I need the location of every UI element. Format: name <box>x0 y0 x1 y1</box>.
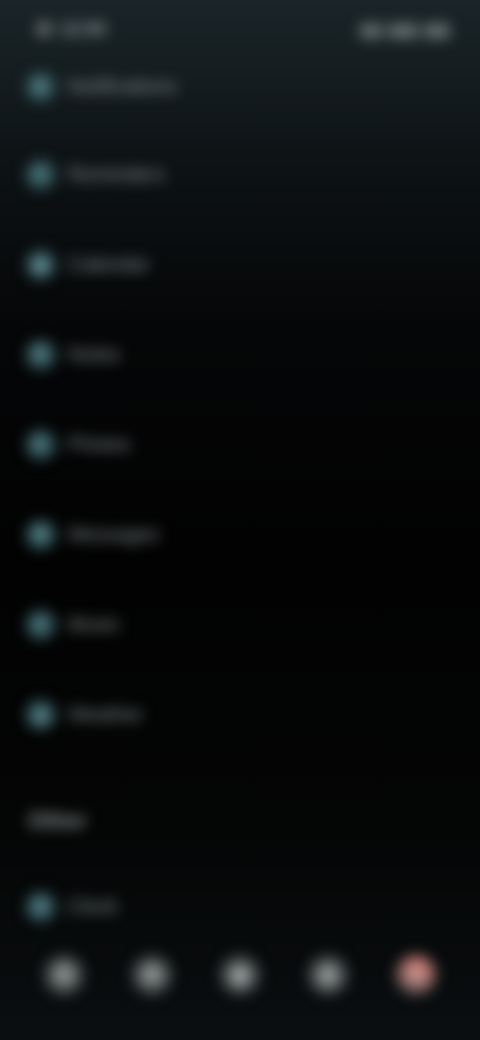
note-icon: ✎ <box>26 340 56 370</box>
list-item[interactable]: ✓ Reminders <box>0 140 480 210</box>
list-item[interactable]: ✉ Messages <box>0 500 480 570</box>
list-item[interactable]: ◐ Photos <box>0 410 480 480</box>
photo-icon: ◐ <box>26 430 56 460</box>
message-icon[interactable]: ✉ <box>132 955 172 995</box>
status-dot-icon <box>36 21 52 37</box>
list-item-label: Photos <box>68 433 131 456</box>
list-item[interactable]: ☁ Weather <box>0 680 480 750</box>
list-item-label: Notes <box>68 343 121 366</box>
list-item[interactable]: ● Notifications <box>0 52 480 122</box>
check-icon: ✓ <box>26 160 56 190</box>
dock: ✆ ✉ ◉ ◍ ⚙ <box>0 930 480 1020</box>
bell-icon: ● <box>26 72 56 102</box>
battery-icon <box>424 24 450 38</box>
wifi-icon <box>388 24 418 38</box>
status-icons <box>354 20 450 42</box>
status-time-text: 12:00 <box>60 18 107 39</box>
weather-icon: ☁ <box>26 700 56 730</box>
section-header: Other <box>28 808 87 833</box>
clock-icon: ◷ <box>26 892 56 922</box>
signal-icon <box>360 24 382 38</box>
list-item-label: Messages <box>68 523 160 546</box>
list-item-label: Notifications <box>68 75 177 98</box>
message-icon: ✉ <box>26 520 56 550</box>
settings-icon[interactable]: ⚙ <box>396 955 436 995</box>
phone-icon[interactable]: ✆ <box>44 955 84 995</box>
list-item-label: Clock <box>68 895 119 918</box>
list-item-label: Calendar <box>68 253 150 276</box>
list-item-label: Reminders <box>68 163 165 186</box>
list-item[interactable]: ✎ Notes <box>0 320 480 390</box>
list-item[interactable]: ▦ Calendar <box>0 230 480 300</box>
list-item-label: Weather <box>68 703 144 726</box>
status-time: 12:00 <box>36 14 126 44</box>
camera-icon[interactable]: ◉ <box>220 955 260 995</box>
screen: 12:00 ● Notifications ✓ Reminders ▦ Cale… <box>0 0 480 1040</box>
browser-icon[interactable]: ◍ <box>308 955 348 995</box>
status-bar: 12:00 <box>0 0 480 60</box>
music-icon: ♪ <box>26 610 56 640</box>
list-item[interactable]: ♪ Music <box>0 590 480 660</box>
list-item-label: Music <box>68 613 121 636</box>
calendar-icon: ▦ <box>26 250 56 280</box>
